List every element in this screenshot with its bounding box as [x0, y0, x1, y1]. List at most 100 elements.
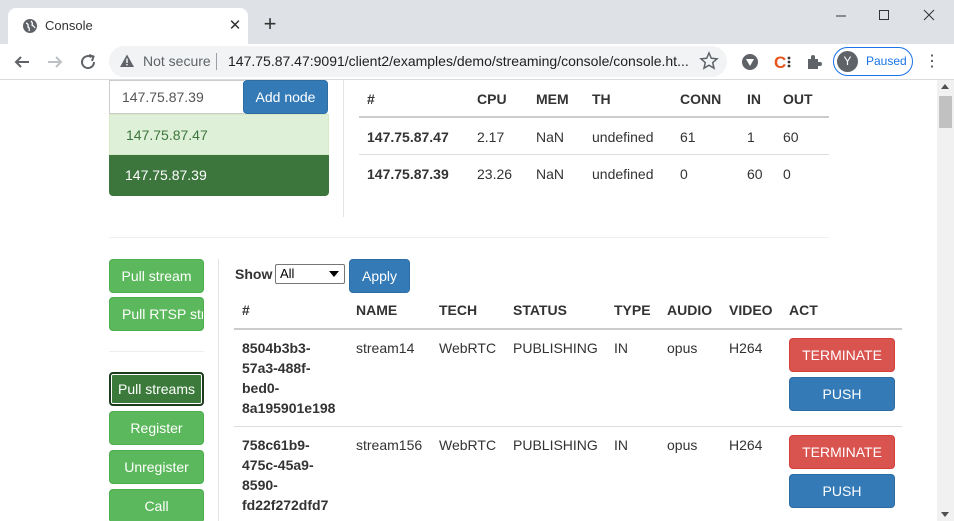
reload-icon[interactable]	[76, 50, 100, 74]
node-out: 0	[783, 166, 791, 182]
browser-tab[interactable]: Console ✕	[8, 8, 248, 44]
stream-status: PUBLISHING	[513, 340, 598, 356]
node-conn: 61	[680, 129, 696, 145]
tab-close-icon[interactable]: ✕	[226, 17, 244, 35]
extensions-puzzle-icon[interactable]	[804, 52, 824, 72]
column-divider	[343, 80, 344, 217]
stream-id-line: 8590-	[242, 477, 278, 493]
node-list-item[interactable]: 147.75.87.47	[109, 114, 329, 155]
push-button[interactable]: PUSH	[789, 474, 895, 508]
globe-icon	[23, 19, 37, 33]
minimize-icon	[836, 15, 846, 17]
node-cpu: 2.17	[477, 129, 505, 145]
section-divider	[109, 237, 829, 238]
pull-streams-button[interactable]: Pull streams	[109, 372, 204, 406]
node-cpu: 23.26	[477, 166, 513, 182]
stream-tech: WebRTC	[439, 340, 497, 356]
url-text[interactable]: 147.75.87.47:9091/client2/examples/demo/…	[228, 53, 689, 69]
row-divider	[234, 426, 902, 427]
col-header-id: #	[242, 302, 250, 318]
svg-text:C: C	[774, 53, 786, 72]
col-header-name: NAME	[356, 302, 398, 318]
col-header-in: IN	[747, 91, 761, 107]
node-in: 60	[747, 166, 763, 182]
minimize-button[interactable]	[826, 6, 856, 26]
table-header-divider	[359, 116, 829, 118]
tab-strip: Console ✕ +	[0, 0, 954, 44]
scroll-thumb[interactable]	[939, 96, 952, 128]
forward-arrow-icon[interactable]	[43, 50, 67, 74]
maximize-icon	[879, 10, 889, 20]
call-button[interactable]: Call	[109, 489, 204, 521]
col-header-mem: MEM	[536, 91, 569, 107]
col-header-th: TH	[592, 91, 611, 107]
register-button[interactable]: Register	[109, 411, 204, 445]
scroll-up-icon[interactable]	[941, 84, 949, 89]
warning-icon[interactable]	[119, 53, 135, 69]
push-button[interactable]: PUSH	[789, 377, 895, 411]
col-header-id: #	[367, 91, 375, 107]
apply-button[interactable]: Apply	[349, 259, 410, 293]
terminate-button[interactable]: TERMINATE	[789, 338, 895, 372]
browser-toolbar: Not secure 147.75.87.47:9091/client2/exa…	[0, 44, 954, 80]
stream-id: 758c61b9- 475c-45a9- 8590- fd22f272dfd7	[242, 435, 328, 515]
maximize-button[interactable]	[869, 6, 899, 26]
stream-id-line: 8a195901e198	[242, 400, 336, 416]
pull-rtsp-stream-button[interactable]: Pull RTSP stream	[109, 297, 204, 331]
new-tab-button[interactable]: +	[260, 13, 280, 35]
row-divider	[359, 154, 829, 155]
col-header-tech: TECH	[439, 302, 478, 318]
stream-audio: opus	[667, 437, 698, 453]
profile-button[interactable]: Y Paused	[833, 47, 913, 76]
col-header-cpu: CPU	[477, 91, 507, 107]
add-node-button[interactable]: Add node	[243, 80, 328, 114]
col-header-conn: CONN	[680, 91, 722, 107]
col-header-audio: AUDIO	[667, 302, 713, 318]
stream-id-line: fd22f272dfd7	[242, 497, 329, 513]
node-list-item-active[interactable]: 147.75.87.39	[109, 155, 329, 196]
browser-menu-icon[interactable]: ⋮	[924, 53, 940, 71]
extension-shield-icon[interactable]	[740, 52, 760, 72]
stream-video: H264	[729, 437, 763, 453]
node-id: 147.75.87.39	[367, 166, 449, 182]
show-filter-select[interactable]: All	[275, 264, 345, 284]
node-address-input[interactable]	[109, 80, 244, 114]
chevron-down-icon	[329, 271, 339, 277]
col-header-status: STATUS	[513, 302, 567, 318]
profile-status: Paused	[866, 54, 907, 68]
stream-id-line: 57a3-488f-	[242, 360, 311, 376]
col-header-video: VIDEO	[729, 302, 773, 318]
node-th: undefined	[592, 129, 654, 145]
node-id: 147.75.87.47	[367, 129, 449, 145]
node-out: 60	[783, 129, 799, 145]
sidebar-divider-vertical	[218, 259, 219, 521]
extension-c-icon[interactable]: C	[773, 52, 793, 72]
back-arrow-icon[interactable]	[10, 50, 34, 74]
not-secure-label[interactable]: Not secure	[143, 53, 211, 69]
show-label: Show	[235, 266, 273, 282]
stream-type: IN	[614, 340, 628, 356]
scroll-down-icon[interactable]	[941, 512, 949, 517]
address-bar[interactable]: Not secure 147.75.87.47:9091/client2/exa…	[109, 46, 727, 77]
col-header-type: TYPE	[614, 302, 651, 318]
node-address: 147.75.87.39	[125, 167, 207, 183]
sidebar-divider	[109, 351, 204, 352]
terminate-button[interactable]: TERMINATE	[789, 435, 895, 469]
close-window-button[interactable]	[914, 6, 944, 26]
stream-id-line: bed0-	[242, 380, 280, 396]
stream-audio: opus	[667, 340, 698, 356]
node-mem: NaN	[536, 129, 565, 145]
table-header-divider	[234, 328, 902, 330]
stream-id-line: 758c61b9-	[242, 437, 310, 453]
node-mem: NaN	[536, 166, 565, 182]
page-content: Add node 147.75.87.47 147.75.87.39 # CPU…	[0, 80, 937, 521]
stream-status: PUBLISHING	[513, 437, 598, 453]
page-scrollbar[interactable]	[937, 80, 954, 521]
omnibox-divider	[216, 53, 217, 70]
unregister-button[interactable]: Unregister	[109, 450, 204, 484]
tab-title: Console	[45, 18, 93, 33]
pull-stream-button[interactable]: Pull stream	[109, 259, 204, 293]
bookmark-star-icon[interactable]	[699, 51, 719, 71]
close-icon	[923, 9, 935, 21]
node-in: 1	[747, 129, 755, 145]
